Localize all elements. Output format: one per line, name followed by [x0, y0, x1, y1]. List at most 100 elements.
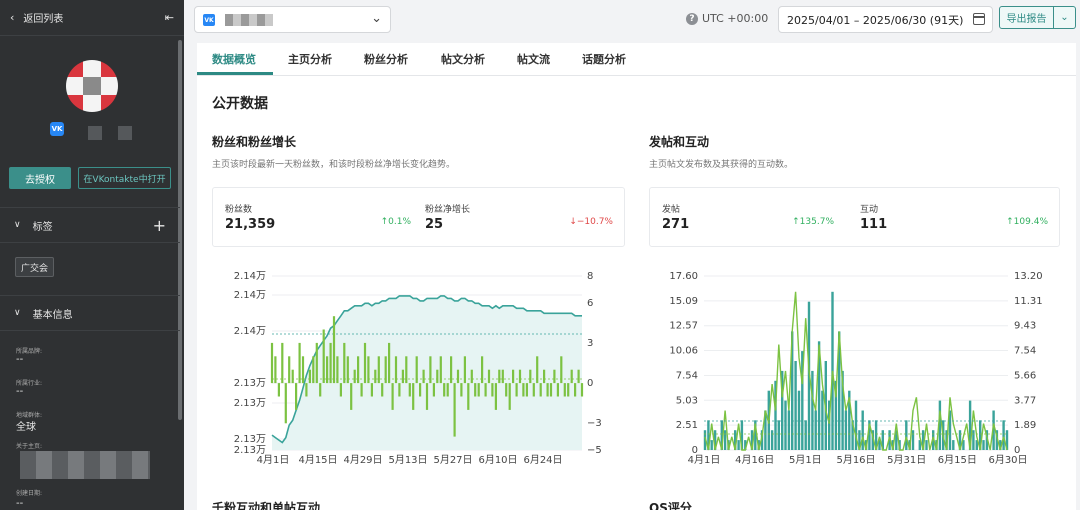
collapse-sidebar-icon[interactable]: ⇤ — [165, 11, 174, 24]
y-right-tick: 1.89 — [1014, 420, 1036, 431]
net-growth-bar — [339, 383, 342, 397]
authorize-button[interactable]: 去授权 — [9, 167, 71, 189]
chevron-down-icon: ∨ — [14, 308, 21, 318]
net-growth-bar — [281, 342, 284, 384]
net-growth-bar — [574, 383, 577, 397]
net-growth-bar — [308, 369, 311, 384]
net-growth-bar — [415, 356, 418, 384]
posts-stat-card: 发帖 271 ↑135.7% 互动 111 ↑109.4% — [649, 187, 1060, 247]
net-growth-bar — [367, 356, 370, 384]
stat-label: 互动 — [860, 205, 879, 215]
net-growth-bar — [301, 356, 305, 384]
tags-title: 标签 — [32, 221, 53, 233]
avatar — [66, 60, 118, 112]
y-left-tick: 10.06 — [669, 346, 698, 357]
chevron-down-icon: ⌄ — [371, 11, 382, 26]
stat-value: 271 — [662, 217, 690, 232]
net-growth-bar — [363, 342, 367, 384]
info-value: -- — [16, 498, 24, 509]
tab-post-analysis[interactable]: 帖文分析 — [441, 51, 485, 67]
net-growth-bar — [284, 383, 287, 424]
redacted-name — [88, 126, 102, 140]
net-growth-bar — [295, 383, 298, 410]
posts-panel-title: 发帖和互动 — [649, 135, 710, 149]
info-label: 创建日期: — [16, 490, 43, 497]
net-growth-bar — [467, 383, 470, 410]
x-tick: 5月27日 — [433, 454, 472, 466]
net-growth-bar — [346, 356, 349, 384]
stat-change: ↑109.4% — [1006, 217, 1048, 227]
tab-post-stream[interactable]: 帖文流 — [517, 51, 550, 67]
net-growth-bar — [277, 383, 280, 397]
fans-area — [272, 295, 582, 450]
posts-bar — [787, 410, 791, 450]
posts-bar — [797, 390, 801, 450]
net-growth-bar — [522, 383, 525, 397]
tab-page-analysis[interactable]: 主页分析 — [288, 51, 332, 67]
net-growth-bar — [463, 356, 466, 384]
fans-panel-subtitle: 主页该时段最新一天粉丝数，和该时段粉丝净增长变化趋势。 — [212, 160, 456, 170]
y-right-tick: 3 — [587, 338, 593, 349]
stat-net-growth: 粉丝净增长 25 ↓−10.7% — [425, 188, 613, 248]
posts-bar — [784, 400, 787, 450]
tag-item[interactable]: 广交会 — [15, 257, 55, 277]
net-growth-bar — [388, 342, 391, 384]
net-growth-bar — [429, 356, 432, 384]
export-report-button[interactable]: 导出报告 — [999, 6, 1054, 29]
net-growth-bar — [546, 383, 549, 397]
back-to-list-button[interactable]: ‹ 返回列表 ⇤ — [0, 0, 184, 36]
net-growth-bar — [525, 383, 528, 397]
tab-overview[interactable]: 数据概览 — [212, 51, 256, 67]
net-growth-bar — [305, 383, 308, 397]
y-left-tick: 2.13万 — [234, 398, 266, 409]
net-growth-bar — [408, 383, 411, 397]
net-growth-bar — [343, 342, 346, 384]
y-left-tick: 7.54 — [676, 370, 698, 381]
net-growth-bar — [494, 383, 497, 410]
net-growth-bar — [501, 369, 504, 384]
net-growth-bar — [398, 383, 401, 397]
export-dropdown-button[interactable]: ⌄ — [1054, 6, 1076, 29]
tags-section-header[interactable]: ∨ 标签 + — [0, 207, 180, 243]
y-right-tick: 9.43 — [1014, 321, 1036, 332]
net-growth-bar — [353, 369, 356, 384]
posts-bar — [905, 420, 908, 450]
net-growth-bar — [549, 383, 553, 397]
net-growth-bar — [453, 383, 456, 437]
x-tick: 6月15日 — [938, 454, 977, 466]
net-growth-bar — [391, 383, 394, 410]
net-growth-bar — [384, 356, 387, 384]
account-selector[interactable]: VK ⌄ — [194, 6, 391, 33]
net-growth-bar — [570, 369, 573, 384]
net-growth-bar — [291, 369, 294, 384]
basic-info-section-header[interactable]: ∨ 基本信息 — [0, 295, 180, 331]
net-growth-bar — [288, 356, 291, 384]
y-left-tick: 5.03 — [676, 395, 698, 406]
posts-bar — [723, 430, 727, 450]
redacted-account-name — [225, 14, 273, 26]
sidebar: ‹ 返回列表 ⇤ VK 去授权 在VKontakte中打开 ∨ 标签 + 广交会… — [0, 0, 184, 510]
tab-topic-analysis[interactable]: 话题分析 — [582, 51, 626, 67]
add-tag-icon[interactable]: + — [153, 216, 166, 235]
date-range-picker[interactable]: 2025/04/01 – 2025/06/30 (91天) — [778, 6, 993, 33]
y-right-tick: 7.54 — [1014, 346, 1036, 357]
redacted-about — [20, 451, 150, 479]
open-in-vk-button[interactable]: 在VKontakte中打开 — [78, 167, 171, 189]
y-right-tick: 13.20 — [1014, 271, 1043, 282]
net-growth-bar — [450, 356, 453, 384]
posts-bar — [972, 430, 975, 450]
timezone-label[interactable]: UTC +00:00 — [702, 12, 768, 25]
stat-change: ↑0.1% — [380, 217, 411, 227]
net-growth-bar — [377, 356, 380, 384]
net-growth-bar — [443, 383, 446, 397]
net-growth-bar — [556, 383, 559, 397]
section-title: 公开数据 — [212, 96, 268, 112]
fans-growth-chart[interactable]: 2.14万2.14万2.14万2.13万2.13万2.13万2.13万8630−… — [230, 265, 615, 470]
net-growth-bar — [315, 342, 318, 384]
tab-fans-analysis[interactable]: 粉丝分析 — [364, 51, 408, 67]
y-left-tick: 12.57 — [669, 321, 698, 332]
x-tick: 5月16日 — [836, 454, 875, 466]
posts-interactions-chart[interactable]: 17.6015.0912.5710.067.545.032.51013.2011… — [668, 265, 1063, 470]
help-icon[interactable]: ? — [686, 13, 698, 25]
y-left-tick: 2.14万 — [234, 290, 266, 301]
